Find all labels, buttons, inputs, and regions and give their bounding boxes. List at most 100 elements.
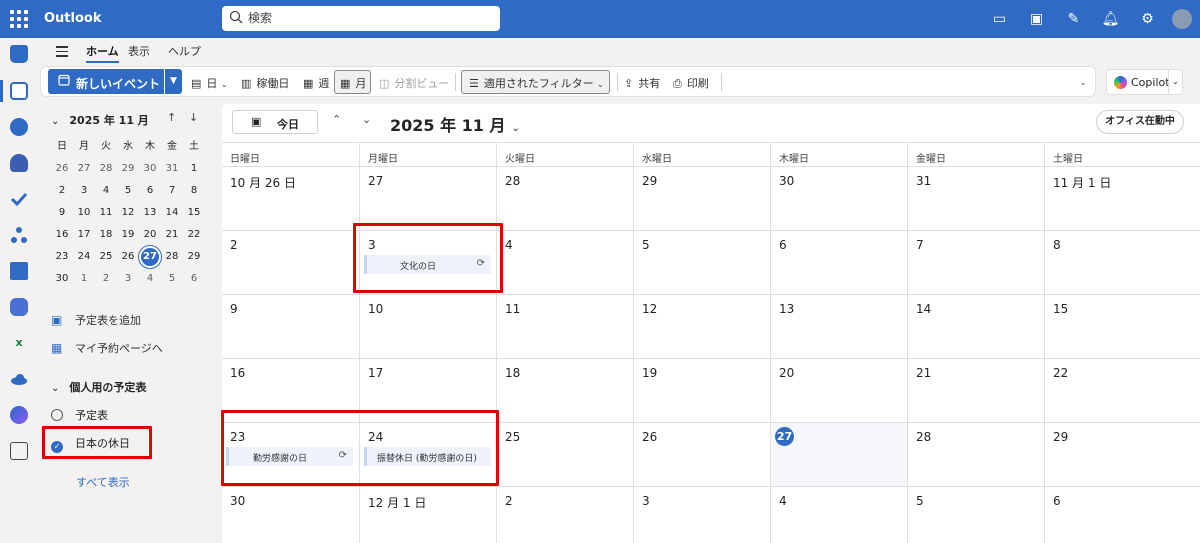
booking-page-link[interactable]: ▦ マイ予約ページへ: [51, 340, 163, 356]
day-cell[interactable]: 28: [907, 423, 1044, 486]
calendar-item-default[interactable]: 予定表: [51, 407, 108, 423]
onedrive-icon[interactable]: [10, 370, 28, 388]
day-cell[interactable]: 5: [907, 487, 1044, 543]
people-icon[interactable]: [10, 118, 28, 136]
day-cell[interactable]: 31: [907, 167, 1044, 230]
mini-day[interactable]: 2: [51, 180, 73, 202]
mini-day[interactable]: 22: [183, 224, 205, 246]
meet-now-button[interactable]: ▭: [981, 0, 1018, 38]
day-cell[interactable]: 3: [633, 487, 770, 543]
month-title[interactable]: 2025 年 11 月 ⌄: [390, 112, 520, 136]
split-view-button[interactable]: ◫ 分割ビュー: [379, 75, 449, 91]
search-box[interactable]: [222, 6, 500, 31]
office-status-button[interactable]: オフィス在勤中: [1096, 110, 1184, 134]
mini-day[interactable]: 5: [117, 180, 139, 202]
mini-day[interactable]: 24: [73, 246, 95, 268]
day-cell[interactable]: 6: [1044, 487, 1181, 543]
mini-day[interactable]: 23: [51, 246, 73, 268]
day-cell[interactable]: 2: [496, 487, 633, 543]
mini-day[interactable]: 29: [183, 246, 205, 268]
copilot-button[interactable]: Copilot ⌄: [1106, 69, 1183, 95]
day-cell[interactable]: 10 月 26 日: [222, 167, 359, 230]
mini-day[interactable]: 8: [183, 180, 205, 202]
show-all-link[interactable]: すべて表示: [76, 474, 130, 490]
hamburger-menu-icon[interactable]: [56, 46, 68, 60]
new-event-button[interactable]: 新しいイベント: [48, 69, 164, 94]
mini-day[interactable]: 27: [73, 158, 95, 180]
mini-day[interactable]: 29: [117, 158, 139, 180]
mini-day[interactable]: 27: [139, 246, 161, 268]
day-cell[interactable]: 6: [770, 231, 907, 294]
day-cell[interactable]: 14: [907, 295, 1044, 358]
day-cell[interactable]: 29: [1044, 423, 1181, 486]
mini-day[interactable]: 9: [51, 202, 73, 224]
mini-day[interactable]: 12: [117, 202, 139, 224]
day-cell[interactable]: 30: [770, 167, 907, 230]
bookings-icon[interactable]: [10, 262, 28, 280]
mini-day[interactable]: 31: [161, 158, 183, 180]
notifications-button[interactable]: 🔔︎: [1092, 0, 1129, 38]
loop-icon[interactable]: [10, 406, 28, 424]
day-cell[interactable]: 12: [633, 295, 770, 358]
mini-day[interactable]: 26: [117, 246, 139, 268]
mini-day[interactable]: 28: [95, 158, 117, 180]
day-cell[interactable]: 19: [633, 359, 770, 422]
day-cell[interactable]: 15: [1044, 295, 1181, 358]
chevron-down-icon[interactable]: ⌄: [1168, 70, 1182, 94]
avatar[interactable]: [1172, 9, 1192, 29]
day-cell[interactable]: 5: [633, 231, 770, 294]
mini-day[interactable]: 25: [95, 246, 117, 268]
mini-day[interactable]: 7: [161, 180, 183, 202]
day-cell[interactable]: 29: [633, 167, 770, 230]
excel-icon[interactable]: x: [10, 334, 28, 352]
mini-day[interactable]: 15: [183, 202, 205, 224]
mini-day[interactable]: 13: [139, 202, 161, 224]
settings-button[interactable]: ⚙: [1129, 0, 1166, 38]
mini-day[interactable]: 6: [183, 268, 205, 290]
day-cell[interactable]: 20: [770, 359, 907, 422]
day-cell[interactable]: 21: [907, 359, 1044, 422]
view-day-button[interactable]: ▤ 日 ⌄: [191, 75, 228, 91]
day-cell[interactable]: 27: [770, 423, 907, 486]
mini-day[interactable]: 4: [95, 180, 117, 202]
mini-day[interactable]: 6: [139, 180, 161, 202]
groups-icon[interactable]: [10, 154, 28, 172]
day-cell[interactable]: 2: [222, 231, 359, 294]
day-cell[interactable]: 11 月 1 日: [1044, 167, 1181, 230]
todo-icon[interactable]: [10, 190, 28, 208]
mini-day[interactable]: 30: [51, 268, 73, 290]
mini-day[interactable]: 26: [51, 158, 73, 180]
day-cell[interactable]: 11: [496, 295, 633, 358]
day-cell[interactable]: 13: [770, 295, 907, 358]
view-work-week-button[interactable]: ▥ 稼働日: [241, 75, 289, 91]
org-explorer-icon[interactable]: [10, 226, 28, 244]
day-cell[interactable]: 22: [1044, 359, 1181, 422]
mail-icon[interactable]: [10, 45, 28, 63]
mini-day[interactable]: 28: [161, 246, 183, 268]
mini-day[interactable]: 10: [73, 202, 95, 224]
day-cell[interactable]: 7: [907, 231, 1044, 294]
new-event-dropdown[interactable]: ▼: [165, 69, 182, 94]
calendar-icon[interactable]: [10, 82, 28, 100]
mini-day[interactable]: 4: [139, 268, 161, 290]
app-launcher-icon[interactable]: [10, 10, 28, 28]
day-cell[interactable]: 9: [222, 295, 359, 358]
day-cell[interactable]: 4: [496, 231, 633, 294]
mini-day[interactable]: 19: [117, 224, 139, 246]
day-cell[interactable]: 8: [1044, 231, 1181, 294]
mini-day[interactable]: 11: [95, 202, 117, 224]
day-cell[interactable]: 10: [359, 295, 496, 358]
today-button[interactable]: ▣ 今日: [232, 110, 318, 134]
chevron-down-icon[interactable]: ⌄: [362, 113, 371, 126]
mini-day[interactable]: 16: [51, 224, 73, 246]
viva-engage-icon[interactable]: [10, 298, 28, 316]
day-cell[interactable]: 18: [496, 359, 633, 422]
arrow-up-icon[interactable]: ↑: [167, 111, 176, 124]
ribbon-expand-chevron-icon[interactable]: ⌄: [1079, 78, 1087, 88]
mini-day[interactable]: 1: [73, 268, 95, 290]
mini-day[interactable]: 18: [95, 224, 117, 246]
app-title[interactable]: Outlook: [44, 11, 101, 26]
personal-calendars-group[interactable]: ⌄ 個人用の予定表: [51, 379, 146, 395]
view-week-button[interactable]: ▦ 週: [303, 75, 329, 91]
chevron-up-icon[interactable]: ⌃: [332, 113, 341, 126]
